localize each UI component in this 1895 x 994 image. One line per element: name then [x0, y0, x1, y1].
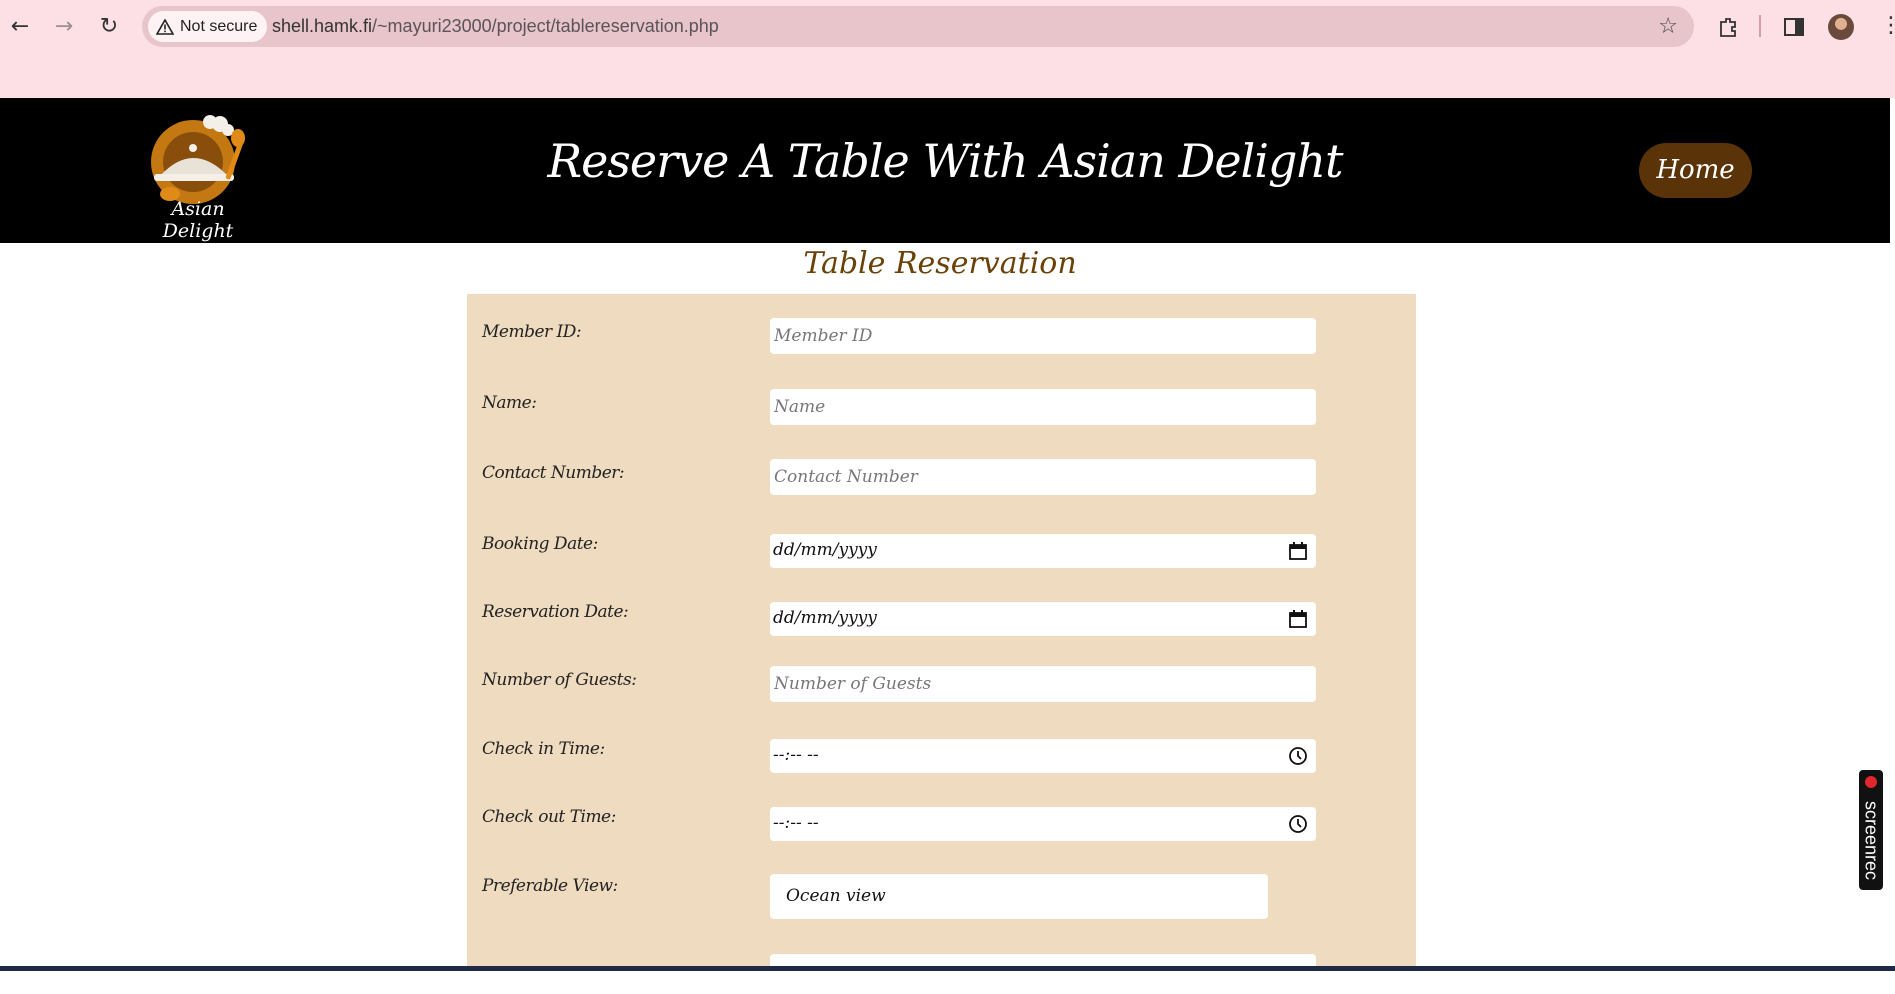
member-id-row: Member ID:: [467, 318, 1416, 360]
next-field-partial[interactable]: [770, 954, 1316, 990]
check-out-time-row: Check out Time: --:-- --: [467, 805, 1416, 845]
taskbar-edge: [0, 966, 1895, 971]
number-of-guests-input[interactable]: [770, 666, 1316, 702]
booking-date-label: Booking Date:: [482, 534, 598, 554]
profile-avatar[interactable]: [1828, 14, 1854, 40]
record-dot-icon: [1865, 776, 1877, 788]
preferable-view-select[interactable]: Ocean view: [770, 874, 1268, 919]
check-in-time-row: Check in Time: --:-- --: [467, 737, 1416, 777]
member-id-input[interactable]: [770, 318, 1316, 354]
check-in-time-input[interactable]: --:-- --: [770, 739, 1316, 773]
side-panel-icon[interactable]: [1779, 12, 1809, 42]
name-input[interactable]: [770, 389, 1316, 425]
logo-text: Asian Delight: [162, 198, 234, 242]
check-in-time-label: Check in Time:: [482, 739, 605, 759]
back-arrow-icon[interactable]: ←: [4, 10, 36, 42]
bookmark-star-icon[interactable]: ☆: [1658, 14, 1678, 39]
url-path: /~mayuri23000/project/tablereservation.p…: [372, 16, 719, 36]
booking-date-row: Booking Date: dd/mm/yyyy: [467, 532, 1416, 572]
screenrec-label: screenrec: [1861, 800, 1882, 881]
contact-number-input[interactable]: [770, 459, 1316, 495]
clock-icon[interactable]: [1288, 814, 1308, 834]
preferable-view-row: Preferable View: Ocean view: [467, 874, 1416, 919]
reservation-date-input[interactable]: dd/mm/yyyy: [770, 602, 1316, 636]
security-label: Not secure: [180, 17, 258, 35]
form-title: Table Reservation: [803, 246, 1077, 281]
check-out-time-label: Check out Time:: [482, 807, 616, 827]
forward-arrow-icon[interactable]: →: [48, 10, 80, 42]
warning-icon: [156, 18, 174, 35]
check-in-time-value: --:-- --: [773, 745, 819, 765]
clock-icon[interactable]: [1288, 746, 1308, 766]
contact-number-row: Contact Number:: [467, 459, 1416, 501]
url-text[interactable]: shell.hamk.fi/~mayuri23000/project/table…: [272, 6, 719, 47]
booking-date-input[interactable]: dd/mm/yyyy: [770, 534, 1316, 568]
home-button[interactable]: Home: [1639, 143, 1752, 198]
reload-icon[interactable]: ↻: [93, 10, 125, 42]
page-title: Reserve A Table With Asian Delight: [547, 134, 1343, 188]
member-id-label: Member ID:: [482, 322, 582, 342]
name-row: Name:: [467, 389, 1416, 431]
check-out-time-value: --:-- --: [773, 813, 819, 833]
screenrec-badge[interactable]: screenrec: [1859, 770, 1883, 890]
more-menu-icon[interactable]: ⋮: [1880, 12, 1895, 40]
url-host: shell.hamk.fi: [272, 16, 373, 36]
preferable-view-label: Preferable View:: [482, 876, 618, 896]
calendar-icon[interactable]: [1288, 541, 1308, 561]
extensions-icon[interactable]: [1713, 12, 1743, 42]
number-of-guests-row: Number of Guests:: [467, 666, 1416, 708]
reservation-date-value: dd/mm/yyyy: [773, 608, 877, 628]
site-header: Asian Delight Reserve A Table With Asian…: [0, 98, 1890, 243]
security-chip[interactable]: Not secure: [148, 11, 268, 42]
check-out-time-input[interactable]: --:-- --: [770, 807, 1316, 841]
reservation-date-row: Reservation Date: dd/mm/yyyy: [467, 600, 1416, 640]
reservation-form: Member ID: Name: Contact Number: Booking…: [467, 294, 1416, 990]
next-row-partial: [467, 954, 1416, 994]
reservation-date-label: Reservation Date:: [482, 602, 629, 622]
contact-number-label: Contact Number:: [482, 463, 625, 483]
number-of-guests-label: Number of Guests:: [482, 670, 637, 690]
toolbar-divider: [1759, 15, 1761, 37]
name-label: Name:: [482, 393, 537, 413]
browser-chrome: ← → ↻ Not secure shell.hamk.fi/~mayuri23…: [0, 0, 1895, 98]
address-bar[interactable]: Not secure shell.hamk.fi/~mayuri23000/pr…: [142, 6, 1694, 47]
booking-date-value: dd/mm/yyyy: [773, 540, 877, 560]
calendar-icon[interactable]: [1288, 609, 1308, 629]
